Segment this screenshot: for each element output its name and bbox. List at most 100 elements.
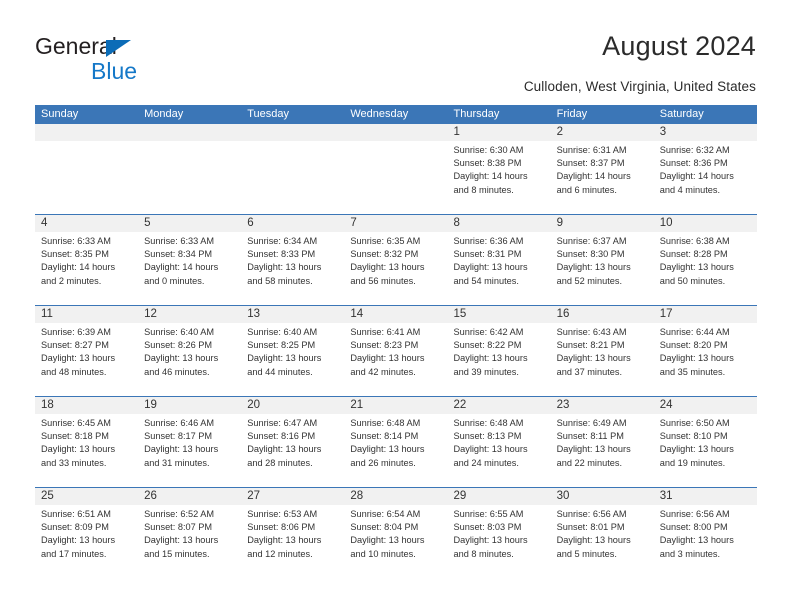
day-cell[interactable]: Sunrise: 6:40 AM Sunset: 8:26 PM Daylight:… [138, 323, 241, 396]
day-cell[interactable]: Sunrise: 6:53 AM Sunset: 8:06 PM Daylight:… [241, 505, 344, 578]
day-number[interactable]: 28 [344, 488, 447, 505]
daylight-text: Daylight: 13 hours and 17 minutes. [41, 535, 116, 559]
day-number[interactable]: 27 [241, 488, 344, 505]
day-number[interactable]: 26 [138, 488, 241, 505]
daylight-text: Daylight: 13 hours and 39 minutes. [453, 353, 528, 377]
daylight-text: Daylight: 13 hours and 58 minutes. [247, 262, 322, 286]
day-cell[interactable]: Sunrise: 6:37 AM Sunset: 8:30 PM Daylight:… [551, 232, 654, 305]
day-number[interactable]: 21 [344, 397, 447, 414]
day-number[interactable]: 24 [654, 397, 757, 414]
sunrise-text: Sunrise: 6:47 AM [247, 418, 318, 428]
day-number [138, 124, 241, 141]
daylight-text: Daylight: 13 hours and 35 minutes. [659, 353, 734, 377]
day-number[interactable]: 30 [551, 488, 654, 505]
daylight-text: Daylight: 13 hours and 3 minutes. [659, 535, 734, 559]
day-number[interactable]: 6 [241, 215, 344, 232]
daylight-text: Daylight: 13 hours and 48 minutes. [41, 353, 116, 377]
day-number[interactable]: 18 [35, 397, 138, 414]
general-blue-logo: General Blue [35, 33, 215, 85]
day-cell[interactable]: Sunrise: 6:52 AM Sunset: 8:07 PM Daylight:… [138, 505, 241, 578]
day-cell[interactable]: Sunrise: 6:33 AM Sunset: 8:34 PM Daylight:… [138, 232, 241, 305]
day-cell [344, 141, 447, 214]
day-cell[interactable]: Sunrise: 6:31 AM Sunset: 8:37 PM Daylight:… [551, 141, 654, 214]
day-number[interactable]: 16 [551, 306, 654, 323]
day-cell[interactable]: Sunrise: 6:47 AM Sunset: 8:16 PM Daylight:… [241, 414, 344, 487]
day-cell[interactable]: Sunrise: 6:48 AM Sunset: 8:14 PM Daylight:… [344, 414, 447, 487]
sunset-text: Sunset: 8:36 PM [659, 158, 728, 169]
day-cell[interactable]: Sunrise: 6:32 AM Sunset: 8:36 PM Daylight:… [654, 141, 757, 214]
day-cell[interactable]: Sunrise: 6:51 AM Sunset: 8:09 PM Daylight:… [35, 505, 138, 578]
day-detail-row: Sunrise: 6:33 AM Sunset: 8:35 PM Daylight:… [35, 232, 757, 305]
day-cell[interactable]: Sunrise: 6:40 AM Sunset: 8:25 PM Daylight:… [241, 323, 344, 396]
day-cell[interactable]: Sunrise: 6:39 AM Sunset: 8:27 PM Daylight:… [35, 323, 138, 396]
day-number[interactable]: 9 [551, 215, 654, 232]
day-number[interactable]: 22 [448, 397, 551, 414]
day-cell[interactable]: Sunrise: 6:49 AM Sunset: 8:11 PM Daylight:… [551, 414, 654, 487]
day-number[interactable]: 2 [551, 124, 654, 141]
day-cell[interactable]: Sunrise: 6:33 AM Sunset: 8:35 PM Daylight:… [35, 232, 138, 305]
day-number[interactable]: 17 [654, 306, 757, 323]
weekday-header-sunday: Sunday [41, 108, 79, 120]
day-cell[interactable]: Sunrise: 6:43 AM Sunset: 8:21 PM Daylight:… [551, 323, 654, 396]
day-cell[interactable]: Sunrise: 6:50 AM Sunset: 8:10 PM Daylight:… [654, 414, 757, 487]
day-number[interactable]: 14 [344, 306, 447, 323]
day-number [35, 124, 138, 141]
day-number[interactable]: 19 [138, 397, 241, 414]
day-cell[interactable]: Sunrise: 6:38 AM Sunset: 8:28 PM Daylight:… [654, 232, 757, 305]
day-number-row: 25 26 27 28 29 30 31 [35, 488, 757, 505]
day-number[interactable]: 20 [241, 397, 344, 414]
day-cell[interactable]: Sunrise: 6:48 AM Sunset: 8:13 PM Daylight:… [448, 414, 551, 487]
day-cell[interactable]: Sunrise: 6:30 AM Sunset: 8:38 PM Daylight:… [448, 141, 551, 214]
daylight-text: Daylight: 13 hours and 50 minutes. [659, 262, 734, 286]
sunset-text: Sunset: 8:31 PM [453, 249, 522, 260]
day-cell[interactable]: Sunrise: 6:56 AM Sunset: 8:00 PM Daylight:… [654, 505, 757, 578]
sunrise-text: Sunrise: 6:46 AM [144, 418, 215, 428]
sunrise-text: Sunrise: 6:52 AM [144, 509, 215, 519]
day-number[interactable]: 3 [654, 124, 757, 141]
day-number[interactable]: 12 [138, 306, 241, 323]
day-cell[interactable]: Sunrise: 6:46 AM Sunset: 8:17 PM Daylight:… [138, 414, 241, 487]
daylight-text: Daylight: 13 hours and 37 minutes. [556, 353, 631, 377]
day-cell[interactable]: Sunrise: 6:36 AM Sunset: 8:31 PM Daylight:… [448, 232, 551, 305]
sunset-text: Sunset: 8:20 PM [659, 340, 728, 351]
daylight-text: Daylight: 13 hours and 46 minutes. [144, 353, 219, 377]
day-cell[interactable]: Sunrise: 6:55 AM Sunset: 8:03 PM Daylight:… [448, 505, 551, 578]
page-title: August 2024 [602, 31, 756, 61]
day-cell[interactable]: Sunrise: 6:42 AM Sunset: 8:22 PM Daylight:… [448, 323, 551, 396]
day-number[interactable]: 5 [138, 215, 241, 232]
day-cell[interactable]: Sunrise: 6:56 AM Sunset: 8:01 PM Daylight:… [551, 505, 654, 578]
sunrise-text: Sunrise: 6:33 AM [41, 236, 111, 246]
sunrise-text: Sunrise: 6:50 AM [659, 418, 730, 428]
day-cell[interactable]: Sunrise: 6:35 AM Sunset: 8:32 PM Daylight:… [344, 232, 447, 305]
day-number[interactable]: 7 [344, 215, 447, 232]
day-number[interactable]: 10 [654, 215, 757, 232]
sunrise-text: Sunrise: 6:31 AM [556, 145, 627, 155]
day-number-row: 11 12 13 14 15 16 17 [35, 306, 757, 323]
calendar-week-row: 25 26 27 28 29 30 31 Sunrise: 6:51 AM Sunset: 8:… [35, 487, 757, 578]
day-cell[interactable]: Sunrise: 6:41 AM Sunset: 8:23 PM Daylight:… [344, 323, 447, 396]
day-number[interactable]: 1 [448, 124, 551, 141]
day-number[interactable]: 8 [448, 215, 551, 232]
daylight-text: Daylight: 13 hours and 33 minutes. [41, 444, 116, 468]
calendar-week-row: 4 5 6 7 8 9 10 Sunrise: 6:33 AM Sunset: 8:35 PM D… [35, 214, 757, 305]
day-cell[interactable]: Sunrise: 6:34 AM Sunset: 8:33 PM Daylight:… [241, 232, 344, 305]
day-cell[interactable]: Sunrise: 6:45 AM Sunset: 8:18 PM Daylight:… [35, 414, 138, 487]
daylight-text: Daylight: 13 hours and 42 minutes. [350, 353, 425, 377]
sunrise-text: Sunrise: 6:49 AM [556, 418, 627, 428]
day-number[interactable]: 11 [35, 306, 138, 323]
sunset-text: Sunset: 8:23 PM [350, 340, 419, 351]
day-cell[interactable]: Sunrise: 6:44 AM Sunset: 8:20 PM Daylight:… [654, 323, 757, 396]
day-number[interactable]: 29 [448, 488, 551, 505]
day-cell[interactable]: Sunrise: 6:54 AM Sunset: 8:04 PM Daylight:… [344, 505, 447, 578]
day-number[interactable]: 23 [551, 397, 654, 414]
day-number[interactable]: 13 [241, 306, 344, 323]
sunset-text: Sunset: 8:25 PM [247, 340, 316, 351]
day-detail-row: Sunrise: 6:39 AM Sunset: 8:27 PM Daylight:… [35, 323, 757, 396]
day-number[interactable]: 25 [35, 488, 138, 505]
day-number[interactable]: 31 [654, 488, 757, 505]
day-number[interactable]: 4 [35, 215, 138, 232]
day-detail-row: Sunrise: 6:51 AM Sunset: 8:09 PM Daylight:… [35, 505, 757, 578]
sunrise-text: Sunrise: 6:54 AM [350, 509, 421, 519]
weekday-header-row: Sunday Monday Tuesday Wednesday Thursday Frid… [35, 105, 757, 124]
day-number[interactable]: 15 [448, 306, 551, 323]
